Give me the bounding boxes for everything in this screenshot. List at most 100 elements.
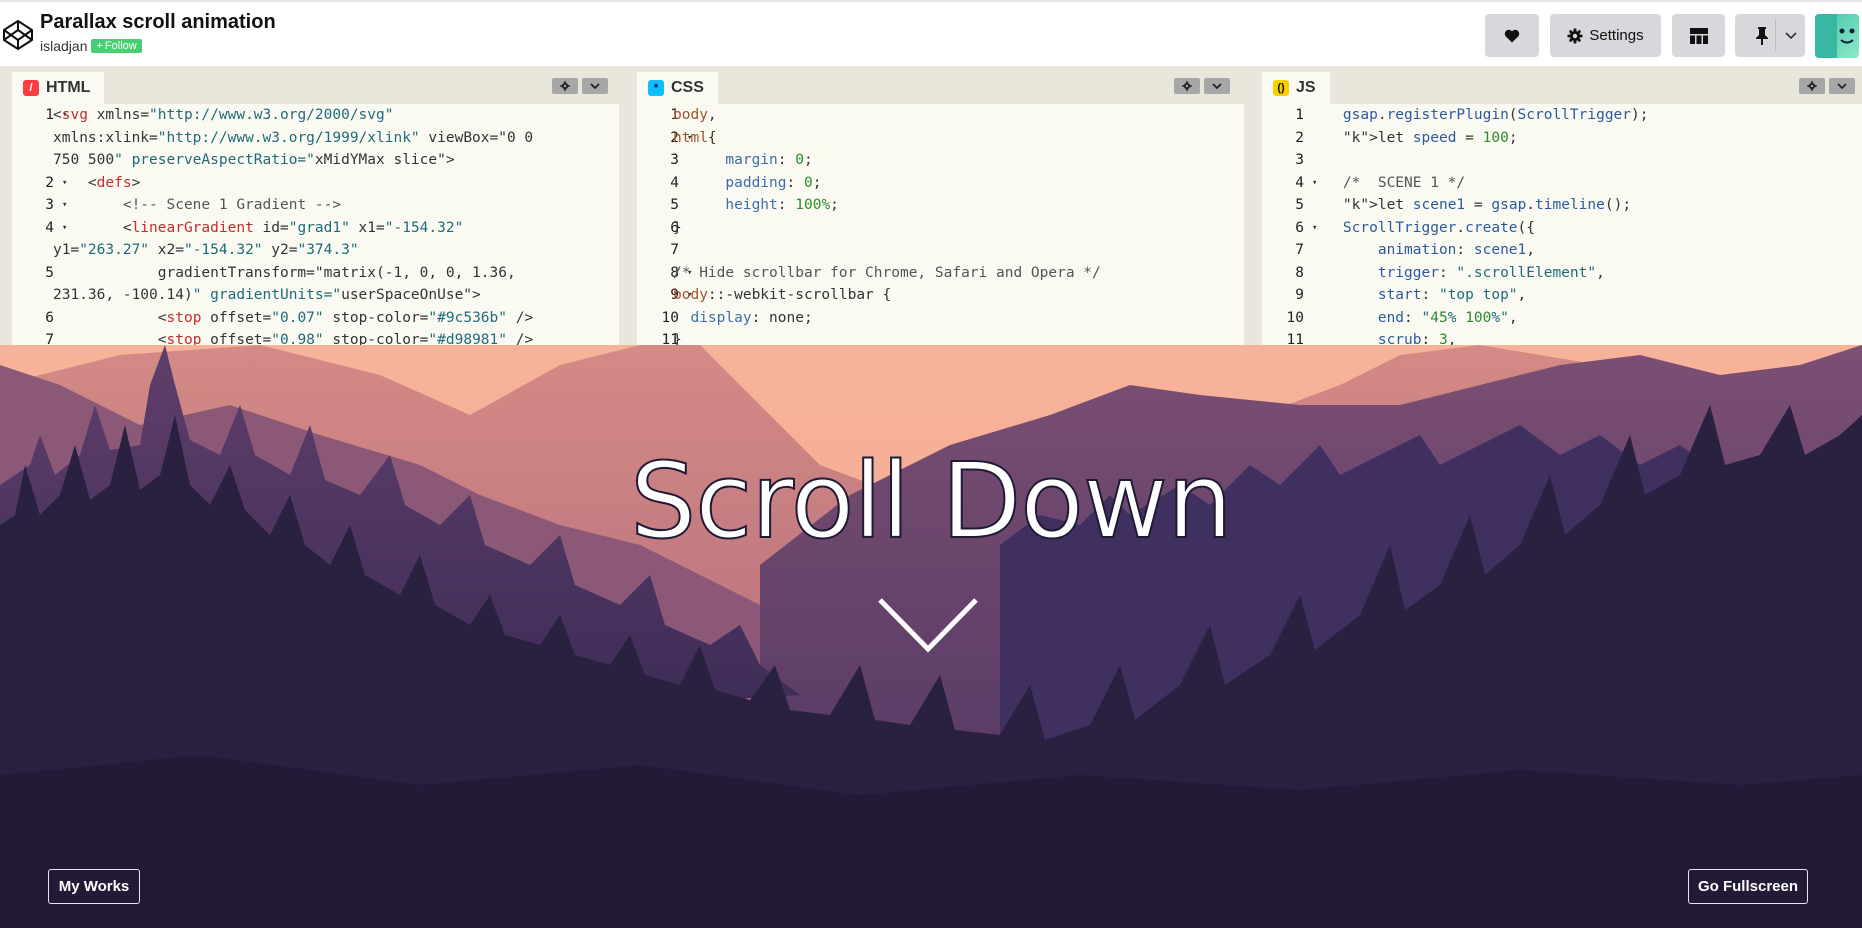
code-line: trigger: ".scrollElement", — [1377, 264, 1605, 281]
css-tab-label: CSS — [671, 79, 704, 96]
html-panel-header: / HTML — [0, 66, 619, 104]
gear-icon — [1807, 81, 1817, 91]
code-line: } — [673, 219, 682, 236]
line-number: 7 — [1295, 242, 1304, 258]
author-link[interactable]: isladjan — [40, 38, 87, 54]
css-asterisk-icon: * — [648, 80, 664, 96]
gear-icon — [1567, 28, 1583, 43]
line-number: 5 — [45, 264, 54, 281]
chevron-down-icon — [1212, 82, 1222, 89]
code-line: <stop offset="0.07" stop-color="#9c536b"… — [53, 309, 534, 326]
code-line: padding: 0; — [725, 174, 822, 191]
js-panel-header: () JS — [1259, 66, 1862, 104]
code-line: y1="263.27" x2="-154.32" y2="374.3" — [53, 242, 359, 258]
code-line: html{ — [673, 129, 717, 146]
line-number: 7 — [670, 242, 679, 258]
code-line: /* Hide scrollbar for Chrome, Safari and… — [673, 264, 1101, 281]
pin-icon — [1756, 26, 1768, 45]
css-collapse-button[interactable] — [1204, 78, 1230, 94]
css-panel-header: * CSS — [634, 66, 1244, 104]
scroll-down-heading: Scroll Down — [629, 439, 1234, 563]
line-number: 3 — [1295, 152, 1304, 168]
code-line: <linearGradient id="grad1" x1="-154.32" — [53, 219, 464, 236]
css-settings-button[interactable] — [1174, 78, 1200, 94]
line-number: 6 — [1295, 219, 1304, 236]
code-line: end: "45% 100%", — [1377, 309, 1518, 326]
js-tab-label: JS — [1296, 79, 1316, 96]
code-line: body, — [673, 107, 717, 123]
html-tab[interactable]: / HTML — [12, 70, 105, 104]
chevron-down-icon — [1837, 82, 1847, 89]
js-collapse-button[interactable] — [1829, 78, 1855, 94]
pin-button[interactable] — [1735, 14, 1805, 57]
line-number: 10 — [1286, 309, 1304, 326]
html-settings-button[interactable] — [552, 78, 578, 94]
scroll-down-arrow-icon — [878, 598, 978, 653]
line-number: 2 — [1295, 129, 1304, 146]
layout-grid-icon — [1689, 27, 1708, 44]
code-line: start: "top top", — [1377, 287, 1527, 303]
line-number: 6 — [45, 309, 54, 326]
code-line: 750 500" preserveAspectRatio="xMidYMax s… — [53, 152, 455, 168]
line-number: 2 — [45, 174, 54, 191]
code-line: <stop offset="0.98" stop-color="#d98981"… — [53, 332, 534, 345]
code-line: margin: 0; — [725, 152, 813, 168]
result-preview[interactable]: Scroll Down My Works Go Fullscreen — [0, 345, 1862, 928]
love-button[interactable] — [1485, 14, 1539, 57]
line-number: 9 — [1295, 287, 1304, 303]
codepen-logo-icon[interactable] — [2, 18, 34, 52]
code-line: 231.36, -100.14)" gradientUnits="userSpa… — [53, 287, 481, 303]
code-line: height: 100%; — [725, 197, 839, 213]
change-view-button[interactable] — [1672, 14, 1725, 57]
line-number: 1 — [45, 107, 54, 123]
css-tab[interactable]: * CSS — [637, 70, 718, 104]
editor-area: / HTML 1 ▾ 2 ▾ 3 ▾ 4 ▾ 5 6 7 <svg xmlns="http://www… — [0, 66, 1862, 345]
code-line: display: none; — [690, 309, 813, 326]
js-braces-icon: () — [1273, 80, 1289, 96]
chevron-down-icon[interactable] — [1785, 32, 1797, 40]
code-line: gradientTransform="matrix(-1, 0, 0, 1.36… — [53, 264, 516, 281]
pen-title[interactable]: Parallax scroll animation — [40, 11, 276, 34]
line-number: 3 — [45, 197, 54, 213]
go-fullscreen-button[interactable]: Go Fullscreen — [1688, 869, 1808, 904]
code-line: animation: scene1, — [1377, 242, 1536, 258]
settings-button[interactable]: Settings — [1550, 14, 1661, 57]
code-line: <!-- Scene 1 Gradient --> — [53, 197, 342, 213]
heart-icon — [1504, 29, 1520, 42]
html-slash-icon: / — [23, 80, 39, 96]
html-collapse-button[interactable] — [582, 78, 608, 94]
pen-header: Parallax scroll animation isladjan + Fol… — [0, 0, 1862, 66]
html-code[interactable]: 1 ▾ 2 ▾ 3 ▾ 4 ▾ 5 6 7 <svg xmlns="http://www.w3.org… — [12, 104, 619, 345]
my-works-button[interactable]: My Works — [48, 869, 140, 904]
js-code[interactable]: 1 2 3 4 ▾ 5 6 ▾ 7 8 9 10 11 gsap.registerPlugin(Scro… — [1262, 104, 1862, 345]
line-number: 5 — [1295, 197, 1304, 213]
editor-resize-handle[interactable] — [619, 66, 634, 345]
html-tab-label: HTML — [46, 79, 91, 96]
code-line: "k">let speed = 100; — [1342, 129, 1518, 146]
line-number: 1 — [1295, 107, 1304, 123]
js-settings-button[interactable] — [1799, 78, 1825, 94]
chevron-down-icon — [590, 82, 600, 89]
js-editor-panel: () JS 1 2 3 4 ▾ 5 6 ▾ 7 8 9 10 11 gsap.registerPlugi… — [1259, 66, 1862, 345]
line-number: 4 — [1295, 174, 1304, 191]
css-editor-panel: * CSS 1 2 ▾ 3 4 5 6 7 8 ▾ 9 ▾ 10 11 body, html{ margin:… — [634, 66, 1244, 345]
code-line: <defs> — [53, 174, 141, 191]
line-number: 7 — [45, 332, 54, 345]
code-line: gsap.registerPlugin(ScrollTrigger); — [1342, 107, 1649, 123]
code-line: } — [673, 332, 682, 345]
avatar-face-icon — [1815, 14, 1855, 58]
code-line: xmlns:xlink="http://www.w3.org/1999/xlin… — [53, 129, 534, 146]
html-editor-panel: / HTML 1 ▾ 2 ▾ 3 ▾ 4 ▾ 5 6 7 <svg xmlns="http://www… — [0, 66, 619, 345]
gear-icon — [560, 81, 570, 91]
plus-icon: + — [96, 40, 103, 52]
js-tab[interactable]: () JS — [1262, 70, 1330, 104]
css-code[interactable]: 1 2 ▾ 3 4 5 6 7 8 ▾ 9 ▾ 10 11 body, html{ margin: 0; pa… — [637, 104, 1244, 345]
code-line: /* SCENE 1 */ — [1308, 174, 1466, 191]
editor-resize-handle[interactable] — [1244, 66, 1259, 345]
follow-button[interactable]: + Follow — [91, 39, 142, 53]
follow-label: Follow — [104, 40, 137, 52]
settings-label: Settings — [1589, 27, 1644, 44]
user-avatar[interactable] — [1815, 14, 1859, 58]
gear-icon — [1182, 81, 1192, 91]
line-number: 8 — [1295, 264, 1304, 281]
